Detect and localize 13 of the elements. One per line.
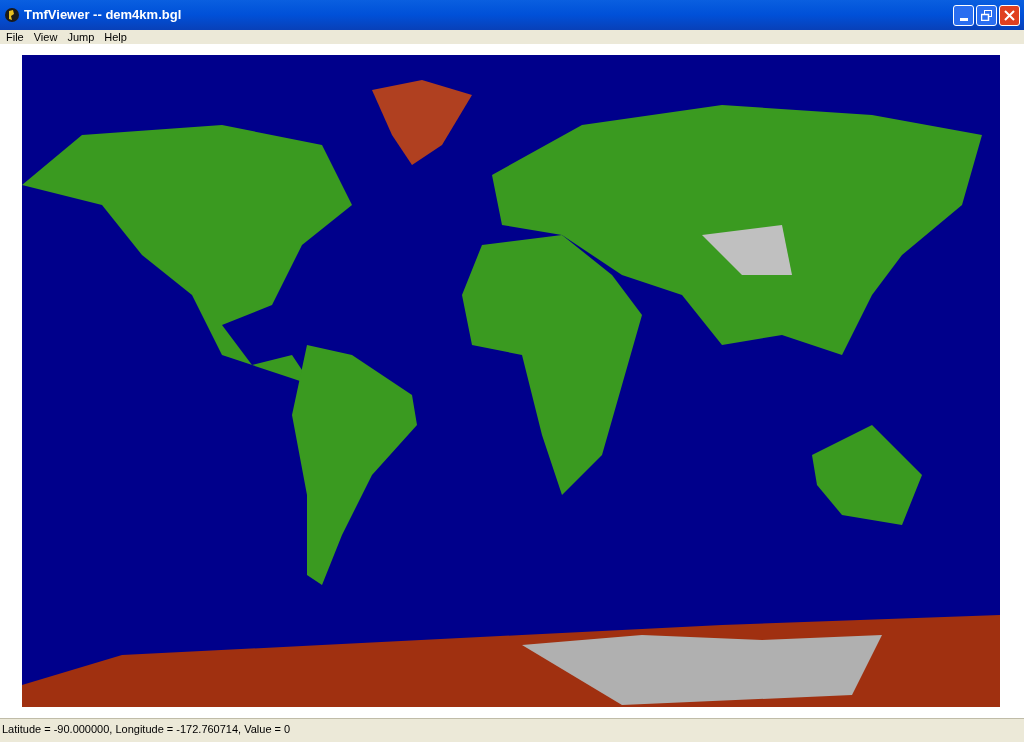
menu-item[interactable]: View	[28, 30, 63, 44]
close-button[interactable]	[999, 4, 1020, 26]
restore-button[interactable]	[976, 4, 997, 26]
menu-item[interactable]: File	[1, 30, 29, 44]
minimize-icon	[959, 17, 968, 21]
restore-icon	[981, 9, 992, 21]
menu-item[interactable]: Help	[99, 30, 132, 44]
window-title: TmfViewer -- dem4km.bgl	[24, 6, 182, 25]
status-text: Latitude = -90.000000, Longitude = -172.760714, Value = 0	[1, 722, 291, 737]
close-icon	[1004, 9, 1015, 21]
minimize-button[interactable]	[953, 4, 974, 26]
menu-item[interactable]: Jump	[62, 30, 100, 44]
globe-icon	[4, 7, 20, 23]
